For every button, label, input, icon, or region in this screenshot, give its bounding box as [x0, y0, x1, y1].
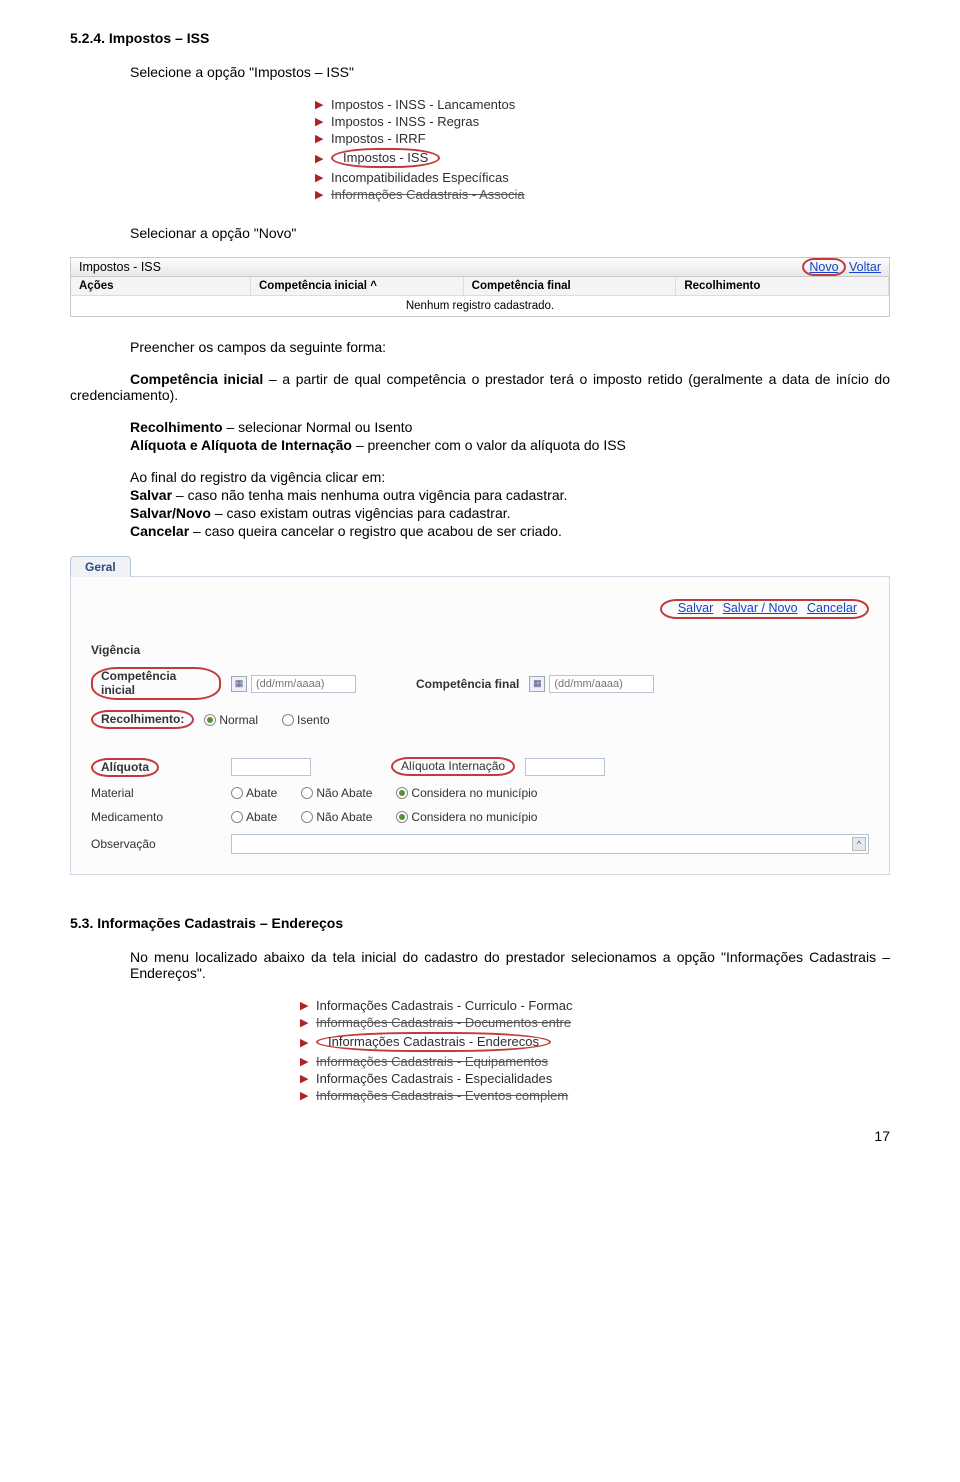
triangle-icon: ▶ [315, 132, 325, 145]
input-comp-fim[interactable] [549, 675, 654, 693]
radio-med-naoabate[interactable]: Não Abate [301, 810, 372, 824]
col-acoes[interactable]: Ações [71, 277, 251, 295]
lbl-medicamento: Medicamento [91, 810, 221, 824]
menu-item[interactable]: ▶Informações Cadastrais - Especialidades [300, 1070, 660, 1087]
triangle-icon: ▶ [300, 1089, 310, 1102]
calendar-icon[interactable]: ▦ [529, 676, 545, 692]
lbl-vigencia: Vigência [91, 643, 869, 657]
row-aliquota: Alíquota Alíquota Internação [91, 757, 869, 776]
triangle-icon: ▶ [315, 115, 325, 128]
lbl-aliquota: Alíquota [91, 760, 221, 774]
lbl-comp-fim: Competência final [416, 677, 519, 691]
grid-impostos: Impostos - ISS Novo Voltar Ações Competê… [70, 257, 890, 317]
link-salvar-novo[interactable]: Salvar / Novo [723, 601, 798, 615]
triangle-icon: ▶ [315, 171, 325, 184]
menu-screenshot-2: ▶Informações Cadastrais - Curriculo - Fo… [300, 997, 660, 1104]
scroll-up-icon[interactable]: ^ [852, 837, 866, 851]
menu-item[interactable]: ▶Impostos - IRRF [315, 130, 645, 147]
grid-actions: Novo Voltar [802, 260, 881, 274]
link-novo[interactable]: Novo [802, 258, 845, 276]
triangle-icon: ▶ [300, 999, 310, 1012]
row-observacao: Observação ^ [91, 834, 869, 854]
lbl-comp-ini: Competência inicial [91, 667, 221, 700]
col-recolhimento[interactable]: Recolhimento [676, 277, 889, 295]
triangle-icon: ▶ [315, 152, 325, 165]
menu-item[interactable]: ▶Informações Cadastrais - Enderecos [300, 1031, 660, 1053]
menu-item[interactable]: ▶Incompatibilidades Específicas [315, 169, 645, 186]
p-final: Ao final do registro da vigência clicar … [130, 469, 890, 485]
triangle-icon: ▶ [300, 1072, 310, 1085]
lbl-aliquota-int: Alíquota Internação [391, 757, 515, 776]
link-salvar[interactable]: Salvar [678, 601, 713, 615]
p-menu-enderecos: No menu localizado abaixo da tela inicia… [130, 949, 890, 981]
radio-icon [231, 787, 243, 799]
lbl-observacao: Observação [91, 837, 221, 851]
radio-icon [282, 714, 294, 726]
p-recolhimento: Recolhimento – selecionar Normal ou Isen… [130, 419, 890, 435]
menu-item[interactable]: ▶Informações Cadastrais - Curriculo - Fo… [300, 997, 660, 1014]
grid-empty: Nenhum registro cadastrado. [71, 296, 889, 316]
menu-item[interactable]: ▶Informações Cadastrais - Eventos comple… [300, 1087, 660, 1104]
lbl-recolhimento: Recolhimento: [91, 710, 194, 729]
radio-icon [396, 787, 408, 799]
p-salvar: Salvar – caso não tenha mais nenhuma out… [130, 487, 890, 503]
heading-524: 5.2.4. Impostos – ISS [70, 30, 890, 46]
radio-icon [301, 787, 313, 799]
radio-med-abate[interactable]: Abate [231, 810, 277, 824]
row-medicamento: Medicamento Abate Não Abate Considera no… [91, 810, 869, 824]
triangle-icon: ▶ [315, 98, 325, 111]
radio-mat-considera[interactable]: Considera no município [396, 786, 537, 800]
menu-item[interactable]: ▶Impostos - INSS - Regras [315, 113, 645, 130]
input-aliquota[interactable] [231, 758, 311, 776]
heading-53: 5.3. Informações Cadastrais – Endereços [70, 915, 890, 931]
input-comp-ini[interactable] [251, 675, 356, 693]
triangle-icon: ▶ [300, 1055, 310, 1068]
form-iss: Geral Salvar Salvar / Novo Cancelar Vigê… [70, 555, 890, 875]
row-competencia: Competência inicial ▦ Competência final … [91, 667, 869, 700]
p-select-opt: Selecione a opção "Impostos – ISS" [130, 64, 890, 80]
triangle-icon: ▶ [315, 188, 325, 201]
menu-item[interactable]: ▶Informações Cadastrais - Documentos ent… [300, 1014, 660, 1031]
form-actions: Salvar Salvar / Novo Cancelar [91, 599, 869, 619]
triangle-icon: ▶ [300, 1016, 310, 1029]
input-aliquota-int[interactable] [525, 758, 605, 776]
p-cancelar: Cancelar – caso queira cancelar o regist… [130, 523, 890, 539]
col-comp-fim[interactable]: Competência final [464, 277, 677, 295]
col-comp-ini[interactable]: Competência inicial ^ [251, 277, 464, 295]
row-material: Material Abate Não Abate Considera no mu… [91, 786, 869, 800]
radio-mat-naoabate[interactable]: Não Abate [301, 786, 372, 800]
menu-item[interactable]: ▶Impostos - INSS - Lancamentos [315, 96, 645, 113]
radio-icon [396, 811, 408, 823]
grid-header: Ações Competência inicial ^ Competência … [71, 277, 889, 296]
grid-title: Impostos - ISS [79, 260, 161, 274]
triangle-icon: ▶ [300, 1036, 310, 1049]
radio-icon [231, 811, 243, 823]
menu-item[interactable]: ▶Impostos - ISS [315, 147, 645, 169]
link-voltar[interactable]: Voltar [849, 260, 881, 274]
p-select-novo: Selecionar a opção "Novo" [130, 225, 890, 241]
page-number: 17 [70, 1128, 890, 1144]
menu-screenshot-1: ▶Impostos - INSS - Lancamentos ▶Impostos… [315, 96, 645, 203]
radio-icon [204, 714, 216, 726]
link-cancelar[interactable]: Cancelar [807, 601, 857, 615]
p-salvar-novo: Salvar/Novo – caso existam outras vigênc… [130, 505, 890, 521]
p-comp-ini: Competência inicial – a partir de qual c… [70, 371, 890, 403]
radio-isento[interactable]: Isento [282, 713, 330, 727]
radio-icon [301, 811, 313, 823]
p-preencher: Preencher os campos da seguinte forma: [130, 339, 890, 355]
radio-mat-abate[interactable]: Abate [231, 786, 277, 800]
radio-normal[interactable]: Normal [204, 713, 258, 727]
lbl-material: Material [91, 786, 221, 800]
menu-item[interactable]: ▶Informações Cadastrais - Equipamentos [300, 1053, 660, 1070]
calendar-icon[interactable]: ▦ [231, 676, 247, 692]
tab-geral[interactable]: Geral [70, 556, 131, 577]
p-aliquota: Alíquota e Alíquota de Internação – pree… [130, 437, 890, 453]
menu-item[interactable]: ▶Informações Cadastrais - Associa [315, 186, 645, 203]
row-recolhimento: Recolhimento: Normal Isento [91, 710, 869, 729]
radio-med-considera[interactable]: Considera no município [396, 810, 537, 824]
input-observacao[interactable]: ^ [231, 834, 869, 854]
